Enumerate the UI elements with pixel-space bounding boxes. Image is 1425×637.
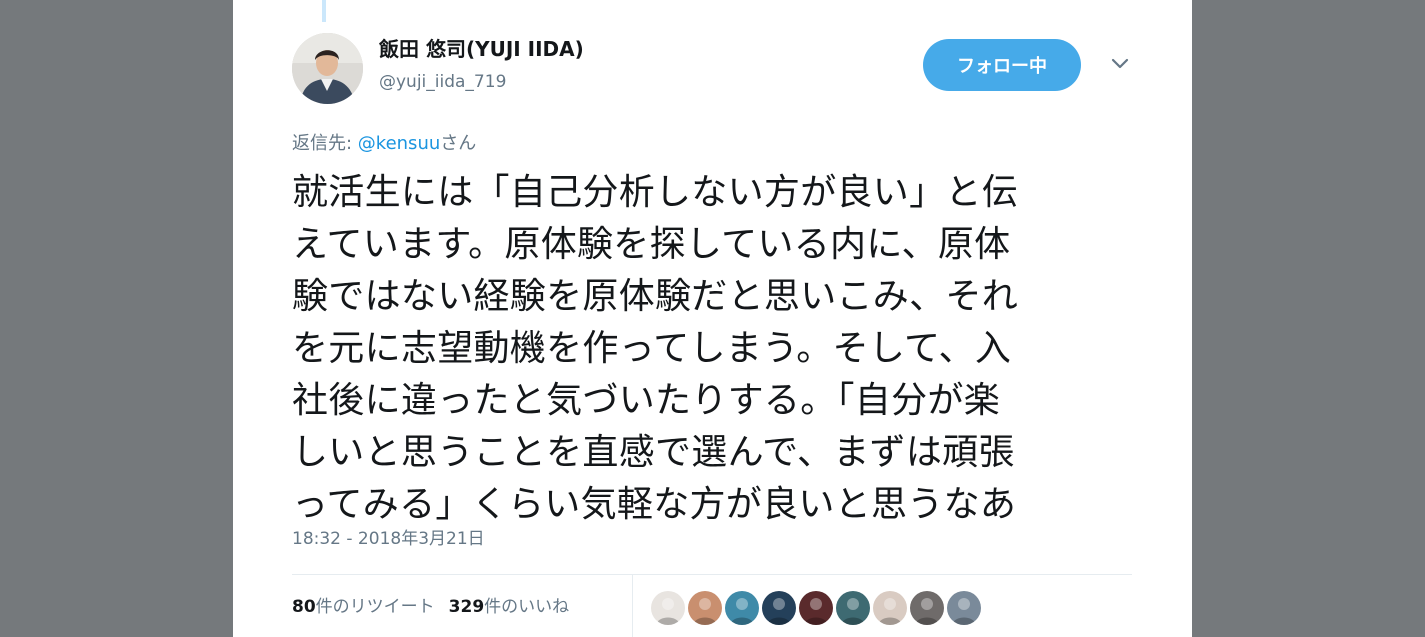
tweet-text-line: ってみる」くらい気軽な方が良いと思うなあ — [292, 484, 1017, 525]
tweet-text-line: えています。原体験を探している内に、原体 — [292, 224, 1011, 265]
like-count: 329 — [448, 597, 485, 617]
liker-avatar[interactable] — [724, 590, 760, 626]
author-display-name[interactable]: 飯田 悠司(YUJI IIDA) — [379, 35, 584, 63]
retweet-label: 件のリツイート — [315, 597, 435, 617]
tweet-text-line: 験ではない経験を原体験だと思いこみ、それ — [292, 276, 1019, 317]
retweet-stat[interactable]: 80件のリツイート — [292, 597, 435, 617]
tweet-text-line: 社後に違ったと気づいたりする。「自分が楽 — [292, 380, 1000, 421]
liker-avatar[interactable] — [909, 590, 945, 626]
reply-context: 返信先: @kensuuさん — [292, 131, 476, 157]
following-button[interactable]: フォロー中 — [923, 39, 1081, 91]
liker-avatar[interactable] — [687, 590, 723, 626]
reply-prefix: 返信先: — [292, 133, 358, 154]
tweet-text-line: 就活生には「自己分析しない方が良い」と伝 — [292, 172, 1018, 213]
tweet-card: 飯田 悠司(YUJI IIDA) @yuji_iida_719 フォロー中 返信… — [233, 0, 1192, 637]
liker-avatar[interactable] — [946, 590, 982, 626]
tweet-text-line: を元に志望動機を作ってしまう。そして、入 — [292, 328, 1012, 369]
chevron-down-icon[interactable] — [1110, 56, 1130, 72]
thread-connector — [322, 0, 326, 22]
reply-mention-link[interactable]: @kensuu — [358, 133, 440, 154]
like-stat[interactable]: 329件のいいね — [449, 597, 570, 617]
like-label: 件のいいね — [484, 597, 570, 617]
liker-avatar[interactable] — [761, 590, 797, 626]
liker-avatar[interactable] — [798, 590, 834, 626]
stats-separator — [632, 575, 633, 637]
author-avatar[interactable] — [292, 33, 363, 104]
retweet-count: 80 — [292, 597, 316, 617]
liker-avatar[interactable] — [835, 590, 871, 626]
tweet-timestamp[interactable]: 18:32 - 2018年3月21日 — [292, 527, 485, 551]
tweet-text-line: しいと思うことを直感で選んで、まずは頑張 — [292, 432, 1015, 473]
tweet-stats: 80件のリツイート 329件のいいね — [292, 594, 569, 620]
author-handle[interactable]: @yuji_iida_719 — [379, 70, 506, 94]
liker-avatars — [650, 590, 983, 626]
tweet-text: 就活生には「自己分析しない方が良い」と伝 えています。原体験を探している内に、原… — [292, 167, 1122, 531]
liker-avatar[interactable] — [650, 590, 686, 626]
reply-suffix: さん — [440, 133, 477, 154]
divider — [292, 574, 1132, 575]
liker-avatar[interactable] — [872, 590, 908, 626]
